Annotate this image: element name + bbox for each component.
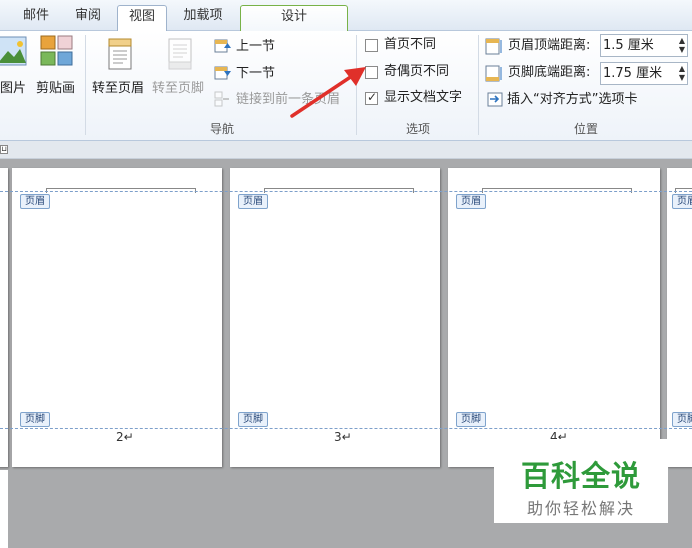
watermark-subtitle: 助你轻松解决 bbox=[526, 499, 635, 518]
header-tag: 页眉 bbox=[20, 194, 50, 209]
link-to-previous-icon bbox=[214, 91, 232, 107]
prev-section-icon bbox=[214, 38, 232, 54]
next-section-button[interactable]: 下一节 bbox=[236, 64, 275, 84]
different-odd-even-label: 奇偶页不同 bbox=[384, 64, 450, 79]
different-first-page-checkbox[interactable] bbox=[365, 39, 378, 52]
header-top-distance-icon bbox=[485, 38, 503, 55]
next-section-icon bbox=[214, 65, 232, 81]
tab-design[interactable]: 设计 bbox=[240, 5, 348, 32]
header-top-distance-value[interactable]: 1.5 厘米 bbox=[603, 38, 654, 53]
ruler bbox=[0, 141, 692, 159]
spinner-arrows-icon[interactable]: ▲ ▼ bbox=[679, 64, 685, 82]
group-separator bbox=[478, 35, 479, 135]
insert-align-tab-icon bbox=[487, 92, 503, 107]
page[interactable]: 页眉 页脚 3↵ bbox=[230, 168, 440, 467]
footer-bottom-distance-value[interactable]: 1.75 厘米 bbox=[603, 66, 662, 81]
spinner-arrows-icon[interactable]: ▲ ▼ bbox=[679, 36, 685, 54]
red-arrow-annotation bbox=[286, 62, 370, 122]
goto-footer-icon bbox=[166, 37, 196, 71]
tab-mailings[interactable]: 邮件 bbox=[14, 5, 58, 31]
page[interactable]: 页眉 页脚 2↵ bbox=[12, 168, 222, 467]
page-partial-left bbox=[0, 168, 8, 467]
header-tag: 页眉 bbox=[238, 194, 268, 209]
footer-boundary-line bbox=[0, 428, 692, 429]
goto-header-button[interactable]: 转至页眉 bbox=[92, 77, 144, 96]
ruler-tab-marker[interactable]: ⊔ bbox=[0, 145, 8, 154]
clipart-icon bbox=[40, 35, 74, 67]
footer-tag: 页脚 bbox=[456, 412, 486, 427]
group-separator bbox=[85, 35, 86, 135]
footer-bottom-distance-icon bbox=[485, 65, 503, 82]
show-document-text-label: 显示文档文字 bbox=[384, 90, 463, 105]
page-number: 3↵ bbox=[334, 430, 352, 444]
different-first-page-label: 首页不同 bbox=[384, 37, 437, 52]
prev-section-button[interactable]: 上一节 bbox=[236, 37, 275, 57]
tab-review[interactable]: 审阅 bbox=[66, 5, 110, 31]
picture-button-label[interactable]: 图片 bbox=[0, 77, 26, 96]
navigation-group-label: 导航 bbox=[209, 122, 234, 136]
header-tag: 页眉 bbox=[456, 194, 486, 209]
footer-tag: 页脚 bbox=[672, 412, 692, 427]
watermark-title: 百科全说 bbox=[520, 459, 641, 493]
position-group-label: 位置 bbox=[573, 122, 598, 136]
goto-footer-button[interactable]: 转至页脚 bbox=[152, 77, 204, 96]
header-tag: 页眉 bbox=[672, 194, 692, 209]
insert-align-tab-button[interactable]: 插入“对齐方式”选项卡 bbox=[507, 90, 637, 110]
footer-bottom-distance-spinner[interactable]: 1.75 厘米 ▲ ▼ bbox=[600, 62, 688, 85]
page-partial-bottom-left bbox=[0, 470, 8, 548]
tab-addins[interactable]: 加载项 bbox=[174, 5, 232, 31]
footer-tag: 页脚 bbox=[20, 412, 50, 427]
page-number: 2↵ bbox=[116, 430, 134, 444]
footer-tag: 页脚 bbox=[238, 412, 268, 427]
page[interactable]: 页眉 页脚 bbox=[667, 168, 692, 467]
ribbon-tab-strip: 邮件 审阅 视图 加载项 设计 bbox=[0, 0, 692, 32]
header-top-distance-spinner[interactable]: 1.5 厘米 ▲ ▼ bbox=[600, 34, 688, 57]
tab-view[interactable]: 视图 bbox=[117, 5, 167, 32]
options-group-label: 选项 bbox=[405, 122, 430, 136]
picture-icon bbox=[0, 35, 28, 69]
header-boundary-line bbox=[0, 191, 692, 192]
page[interactable]: 页眉 页脚 4↵ bbox=[448, 168, 660, 467]
watermark-logo: 百科全说 助你轻松解决 bbox=[494, 439, 668, 523]
clipart-button-label[interactable]: 剪贴画 bbox=[36, 77, 75, 96]
footer-bottom-distance-label: 页脚底端距离: bbox=[508, 65, 591, 80]
goto-header-icon bbox=[106, 37, 136, 71]
header-top-distance-label: 页眉顶端距离: bbox=[508, 38, 591, 53]
